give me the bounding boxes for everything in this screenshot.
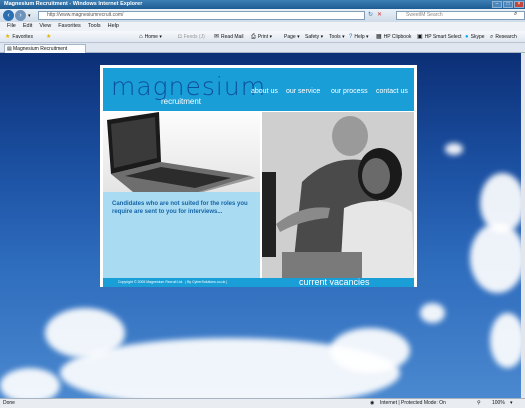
nav-our-service[interactable]: our service [286,88,320,95]
address-bar: ‹ › ▾ http://www.magnesiumrecruit.com/ ↻… [0,9,525,22]
current-vacancies-link[interactable]: current vacancies [299,277,370,288]
tab-label: Magnesium Recruitment [13,46,68,52]
refresh-icon[interactable]: ↻ [368,11,373,20]
close-button[interactable]: × [514,1,524,8]
page-icon: ▤ [7,46,12,52]
favorites-button[interactable]: ★ Favorites [5,31,33,43]
nav-our-process[interactable]: our process [331,88,368,95]
search-placeholder: SweetIM Search [406,12,443,18]
tab-bar: ▤ Magnesium Recruitment [0,43,525,53]
cloud [445,143,463,155]
zoom-level[interactable]: 100% [492,399,505,408]
tagline-text: Candidates who are not suited for the ro… [112,201,248,215]
people-photo [262,112,414,278]
safety-menu-button[interactable]: Safety ▾ [305,31,323,43]
laptop-illustration [107,112,255,192]
nav-dropdown-icon[interactable]: ▾ [28,13,31,19]
star-icon: ★ [5,34,11,40]
menu-favorites[interactable]: Favorites [58,22,81,31]
window-title: Magnesium Recruitment - Windows Internet… [4,1,143,7]
feed-icon: ◘ [178,34,182,40]
menu-file[interactable]: File [7,22,16,31]
laptop-photo [103,112,260,192]
copyright-text: Copyright © 2005 Magnesium Recruit Ltd. … [118,280,228,284]
home-button[interactable]: ⌂ Home ▾ [139,31,162,43]
menu-view[interactable]: View [39,22,51,31]
site-header: magnesium recruitment about us our servi… [103,68,414,111]
status-text: Done [3,400,15,406]
search-icon[interactable]: ⌕ [514,11,517,18]
credit-link[interactable]: | By CyberSolutions.co.uk | [185,280,227,284]
help-menu-button[interactable]: ? Help ▾ [349,31,369,43]
forward-button[interactable]: › [15,10,26,21]
url-input[interactable]: http://www.magnesiumrecruit.com/ [38,11,365,20]
skype-button[interactable]: ● Skype [465,31,485,43]
search-input[interactable]: SweetIM Search [396,11,525,20]
nav-contact-us[interactable]: contact us [376,88,408,95]
menu-edit[interactable]: Edit [23,22,32,31]
status-bar: Done ◉ Internet | Protected Mode: On ⚲ 1… [0,398,525,408]
url-buttons: ↻ ✕ [368,11,382,20]
cloud [470,223,521,293]
zone-text: Internet | Protected Mode: On [380,400,446,406]
command-toolbar: ★ Favorites ★ ⌂ Home ▾ ◘ Feeds (J) ✉ Read Ma… [0,31,525,43]
menu-bar: File Edit View Favorites Tools Help [0,22,525,31]
vertical-scrollbar[interactable] [521,53,525,398]
window-controls: – □ × [492,0,524,9]
page-menu-button[interactable]: Page ▾ [284,31,300,43]
site-footer: Copyright © 2005 Magnesium Recruit Ltd. … [103,277,414,288]
back-button[interactable]: ‹ [3,10,14,21]
website-panel: magnesium recruitment about us our servi… [100,65,417,287]
zoom-icon[interactable]: ⚲ [477,399,481,408]
maximize-button[interactable]: □ [503,1,513,8]
window-title-bar: Magnesium Recruitment - Windows Internet… [0,0,525,9]
hp-smart-select-button[interactable]: ▣ HP Smart Select [417,31,462,43]
site-logo-subtitle: recruitment [161,97,202,106]
url-text: http://www.magnesiumrecruit.com/ [47,12,124,18]
cloud [0,368,60,398]
skype-icon: ● [465,34,469,40]
research-icon: ⌕ [490,34,494,40]
nav-about-us[interactable]: about us [251,88,278,95]
research-button[interactable]: ⌕ Research [490,31,517,43]
read-mail-button[interactable]: ✉ Read Mail [214,31,244,43]
people-illustration [262,112,414,278]
tab-magnesium-recruitment[interactable]: ▤ Magnesium Recruitment [4,44,86,53]
stop-icon[interactable]: ✕ [377,11,382,20]
print-button[interactable]: ⎙ Print ▾ [251,31,272,43]
menu-help[interactable]: Help [108,22,119,31]
mail-icon: ✉ [214,34,220,40]
cloud [490,313,521,368]
clipbook-icon: ▦ [376,34,382,40]
add-favorite-icon: ★ [46,34,52,40]
help-icon: ? [349,34,353,40]
tools-menu-button[interactable]: Tools ▾ [329,31,345,43]
menu-tools[interactable]: Tools [88,22,101,31]
home-icon: ⌂ [139,34,143,40]
printer-icon: ⎙ [251,34,256,40]
smart-select-icon: ▣ [417,34,423,40]
hp-clipbook-button[interactable]: ▦ HP Clipbook [376,31,411,43]
cloud [330,328,410,373]
cloud [420,303,445,323]
minimize-button[interactable]: – [492,1,502,8]
zoom-dropdown-icon[interactable]: ▾ [510,399,513,408]
add-favorite-button[interactable]: ★ [46,31,53,43]
globe-icon: ◉ [370,400,375,406]
feeds-button[interactable]: ◘ Feeds (J) [178,31,205,43]
